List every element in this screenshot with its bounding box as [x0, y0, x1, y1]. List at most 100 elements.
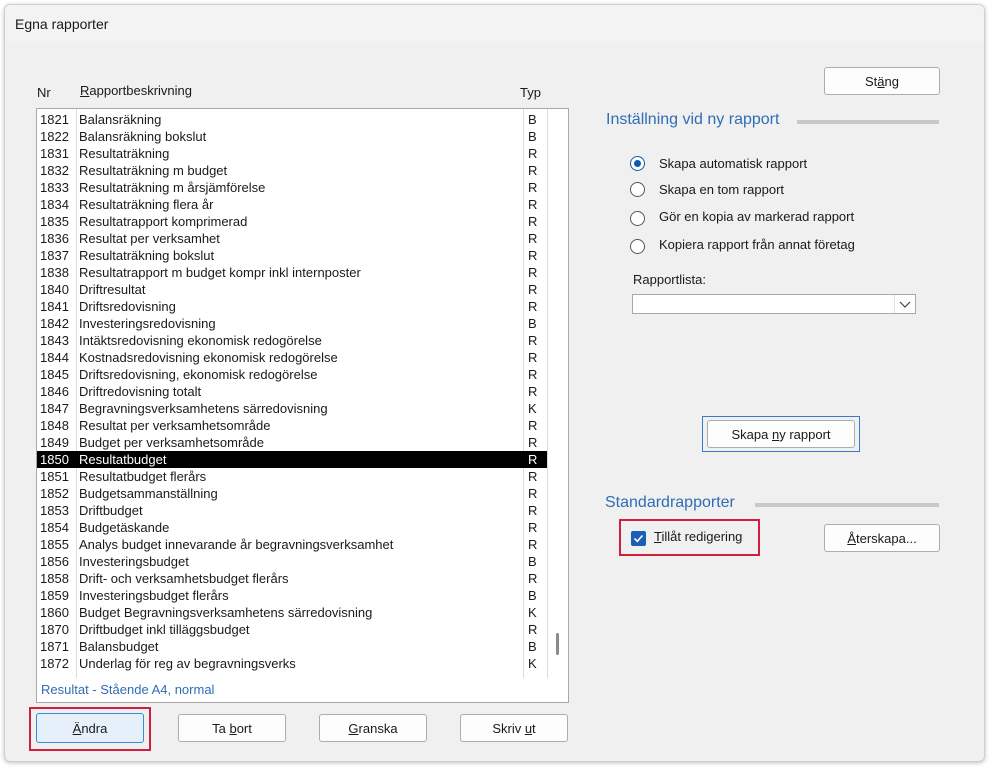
table-row[interactable]: 1852 Budgetsammanställning R — [37, 485, 547, 502]
table-row[interactable]: 1831 Resultaträkning R — [37, 145, 547, 162]
radio-auto-report[interactable] — [630, 156, 645, 171]
table-row[interactable]: 1856 Investeringsbudget B — [37, 553, 547, 570]
table-row[interactable]: 1844 Kostnadsredovisning ekonomisk redogö… — [37, 349, 547, 366]
table-row[interactable]: 1836 Resultat per verksamhet R — [37, 230, 547, 247]
table-row[interactable]: 1872 Underlag för reg av begravningsverks… — [37, 655, 547, 672]
close-button-label-end: ng — [884, 74, 899, 89]
report-description: Resultat per verksamhet — [79, 231, 220, 246]
table-row[interactable]: 1843 Intäktsredovisning ekonomisk redogör… — [37, 332, 547, 349]
restore-button[interactable]: Återskapa... — [824, 524, 940, 552]
table-row[interactable]: 1841 Driftsredovisning R — [37, 298, 547, 315]
radio-copy-other-company[interactable] — [630, 239, 645, 254]
report-type: R — [528, 486, 538, 501]
report-number: 1871 — [40, 639, 69, 654]
scrollbar-thumb[interactable] — [556, 633, 559, 655]
report-number: 1840 — [40, 282, 69, 297]
radio-empty-report-label[interactable]: Skapa en tom rapport — [659, 182, 784, 197]
report-description: Intäktsredovisning ekonomisk redogörelse — [79, 333, 322, 348]
radio-copy-other-company-label[interactable]: Kopiera rapport från annat företag — [659, 237, 855, 252]
report-number: 1845 — [40, 367, 69, 382]
table-row[interactable]: 1850 Resultatbudget R — [37, 451, 547, 468]
report-number: 1859 — [40, 588, 69, 603]
report-type: R — [528, 350, 538, 365]
print-button[interactable]: Skriv ut — [460, 714, 568, 742]
column-header-nr[interactable]: Nr — [37, 85, 51, 100]
shortcut-char: ä — [877, 74, 885, 89]
table-row[interactable]: 1846 Driftredovisning totalt R — [37, 383, 547, 400]
table-row[interactable]: 1854 Budgetäskande R — [37, 519, 547, 536]
report-description: Resultatrapport komprimerad — [79, 214, 248, 229]
report-description: Resultat per verksamhetsområde — [79, 418, 271, 433]
report-description: Driftresultat — [79, 282, 146, 297]
report-number: 1832 — [40, 163, 69, 178]
report-number: 1842 — [40, 316, 69, 331]
create-report-button[interactable]: Skapa ny rapport — [707, 420, 855, 448]
table-row[interactable]: 1859 Investeringsbudget flerårs B — [37, 587, 547, 604]
report-description: Resultatrapport m budget kompr inkl inte… — [79, 265, 361, 280]
radio-empty-report[interactable] — [630, 182, 645, 197]
table-row[interactable]: 1847 Begravningsverksamhetens särredovisn… — [37, 400, 547, 417]
report-type: R — [528, 571, 538, 586]
table-row[interactable]: 1870 Driftbudget inkl tilläggsbudget R — [37, 621, 547, 638]
print-button-label-end: t — [532, 721, 536, 736]
report-type: B — [528, 588, 537, 603]
report-type: R — [528, 231, 538, 246]
report-description: Investeringsbudget flerårs — [79, 588, 229, 603]
radio-auto-report-label[interactable]: Skapa automatisk rapport — [659, 156, 807, 171]
table-row[interactable]: 1855 Analys budget innevarande år begravn… — [37, 536, 547, 553]
report-number: 1837 — [40, 248, 69, 263]
table-row[interactable]: 1832 Resultaträkning m budget R — [37, 162, 547, 179]
report-number: 1854 — [40, 520, 69, 535]
table-row[interactable]: 1834 Resultaträkning flera år R — [37, 196, 547, 213]
report-list-dropdown[interactable] — [632, 294, 916, 314]
table-row[interactable]: 1838 Resultatrapport m budget kompr inkl … — [37, 264, 547, 281]
table-row[interactable]: 1845 Driftsredovisning, ekonomisk redogör… — [37, 366, 547, 383]
report-description: Investeringsbudget — [79, 554, 189, 569]
report-type: R — [528, 282, 538, 297]
report-type: B — [528, 129, 537, 144]
report-description: Balansräkning — [79, 112, 162, 127]
table-row[interactable]: 1849 Budget per verksamhetsområde R — [37, 434, 547, 451]
report-list[interactable]: 1821 Balansräkning B 1822 Balansräkning boks… — [36, 108, 569, 680]
column-header-description[interactable]: Rapportbeskrivning — [80, 83, 192, 98]
table-row[interactable]: 1851 Resultatbudget flerårs R — [37, 468, 547, 485]
table-row[interactable]: 1833 Resultaträkning m årsjämförelse R — [37, 179, 547, 196]
table-row[interactable]: 1837 Resultaträkning bokslut R — [37, 247, 547, 264]
table-row[interactable]: 1842 Investeringsredovisning B — [37, 315, 547, 332]
report-type: R — [528, 248, 538, 263]
close-button-label-start: St — [865, 74, 878, 89]
report-description: Resultaträkning m budget — [79, 163, 228, 178]
delete-button-label-end: ort — [236, 721, 252, 736]
report-list-label: Rapportlista: — [633, 272, 706, 287]
report-number: 1822 — [40, 129, 69, 144]
delete-button[interactable]: Ta bort — [178, 714, 286, 742]
report-description: Budgetäskande — [79, 520, 170, 535]
radio-copy-marked-label[interactable]: Gör en kopia av markerad rapport — [659, 209, 854, 224]
column-header-typ[interactable]: Typ — [520, 85, 541, 100]
header-underline-char: R — [80, 83, 90, 98]
report-type: R — [528, 214, 538, 229]
shortcut-char: G — [348, 721, 359, 736]
dropdown-toggle[interactable] — [894, 295, 915, 313]
close-button[interactable]: Stäng — [824, 67, 940, 95]
allow-edit-checkbox[interactable] — [631, 531, 646, 546]
table-row[interactable]: 1840 Driftresultat R — [37, 281, 547, 298]
create-report-button-frame[interactable]: Skapa ny rapport — [702, 416, 860, 452]
radio-copy-marked[interactable] — [630, 211, 645, 226]
table-row[interactable]: 1853 Driftbudget R — [37, 502, 547, 519]
report-description: Resultaträkning flera år — [79, 197, 214, 212]
table-row[interactable]: 1822 Balansräkning bokslut B — [37, 128, 547, 145]
preview-button[interactable]: Granska — [319, 714, 427, 742]
report-number: 1843 — [40, 333, 69, 348]
table-row[interactable]: 1835 Resultatrapport komprimerad R — [37, 213, 547, 230]
table-row[interactable]: 1848 Resultat per verksamhetsområde R — [37, 417, 547, 434]
delete-button-label-start: Ta — [212, 721, 230, 736]
table-row[interactable]: 1871 Balansbudget B — [37, 638, 547, 655]
report-type: K — [528, 605, 537, 620]
allow-edit-label[interactable]: Tillåt redigering — [654, 529, 742, 544]
table-row[interactable]: 1821 Balansräkning B — [37, 111, 547, 128]
checkmark-icon — [633, 534, 644, 543]
report-number: 1860 — [40, 605, 69, 620]
table-row[interactable]: 1858 Drift- och verksamhetsbudget flerårs… — [37, 570, 547, 587]
table-row[interactable]: 1860 Budget Begravningsverksamhetens särr… — [37, 604, 547, 621]
